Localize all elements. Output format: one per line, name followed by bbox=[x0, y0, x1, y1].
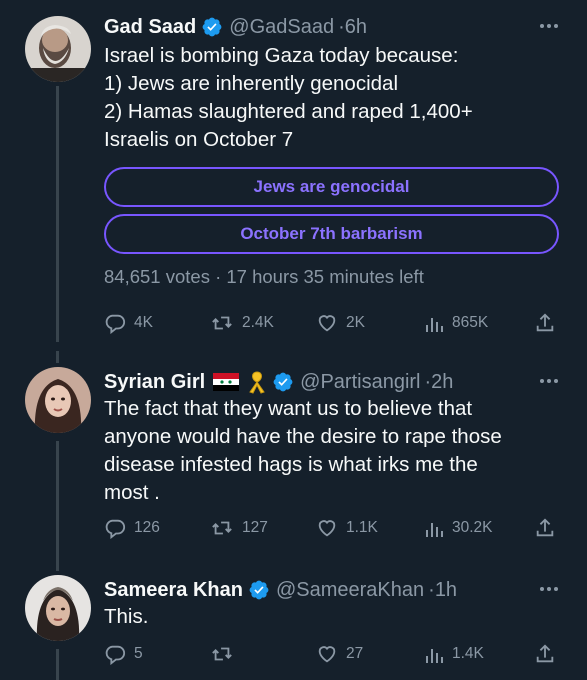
views-button[interactable]: 1.4K bbox=[424, 641, 484, 667]
timestamp[interactable]: 1h bbox=[435, 579, 457, 602]
tweet-line: disease infested hags is what irks me th… bbox=[104, 453, 478, 476]
separator-dot: · bbox=[428, 578, 435, 601]
more-options-icon[interactable] bbox=[535, 577, 563, 601]
share-button[interactable] bbox=[534, 515, 556, 541]
views-button[interactable]: 30.2K bbox=[424, 515, 493, 541]
repost-button[interactable]: 2.4K bbox=[210, 310, 274, 336]
reply-count: 4K bbox=[134, 314, 153, 331]
user-handle[interactable]: @SameeraKhan bbox=[276, 579, 424, 602]
like-count: 27 bbox=[346, 645, 364, 662]
tweet-actions: 5 27 1.4K bbox=[104, 641, 559, 667]
reply-count: 5 bbox=[134, 645, 143, 662]
views-icon bbox=[426, 649, 443, 663]
views-count: 30.2K bbox=[452, 519, 493, 536]
user-handle[interactable]: @GadSaad bbox=[229, 16, 334, 39]
repost-button[interactable]: 127 bbox=[210, 515, 268, 541]
repost-button[interactable] bbox=[210, 641, 242, 667]
thread-line bbox=[56, 86, 59, 342]
tweet-syrian-girl[interactable]: Syrian Girl @Partisangirl · 2h The fact … bbox=[0, 351, 587, 557]
reply-icon bbox=[105, 314, 126, 334]
tweet-header: Syrian Girl @Partisangirl · 2h bbox=[104, 367, 453, 397]
views-count: 1.4K bbox=[452, 645, 484, 662]
reply-icon bbox=[105, 645, 126, 665]
thread-line bbox=[56, 351, 59, 363]
tweet-text: Israel is bombing Gaza today because: 1)… bbox=[104, 42, 564, 154]
display-name[interactable]: Sameera Khan bbox=[104, 579, 243, 602]
timestamp[interactable]: 6h bbox=[345, 16, 367, 39]
verified-badge-icon[interactable] bbox=[201, 16, 223, 38]
share-icon bbox=[536, 313, 554, 332]
tweet-line: 1) Jews are inherently genocidal bbox=[104, 72, 398, 95]
display-name[interactable]: Gad Saad bbox=[104, 16, 196, 39]
tweet-line: The fact that they want us to believe th… bbox=[104, 397, 473, 420]
yellow-ribbon-icon bbox=[247, 370, 267, 394]
heart-icon bbox=[318, 520, 336, 537]
poll-option-1[interactable]: Jews are genocidal bbox=[104, 167, 559, 207]
verified-badge-icon[interactable] bbox=[272, 371, 294, 393]
tweet-actions: 4K 2.4K 2K 865K bbox=[104, 310, 559, 336]
syria-flag-icon bbox=[213, 373, 240, 391]
views-button[interactable]: 865K bbox=[424, 310, 488, 336]
share-icon bbox=[536, 518, 554, 537]
separator-dot: · bbox=[338, 15, 345, 38]
share-icon bbox=[536, 644, 554, 663]
tweet-sameera-khan[interactable]: Sameera Khan @SameeraKhan · 1h This. 5 2… bbox=[0, 557, 587, 680]
thread-line bbox=[56, 649, 59, 680]
poll-option-label: Jews are genocidal bbox=[253, 177, 410, 196]
like-button[interactable]: 27 bbox=[316, 641, 363, 667]
tweet-line: 2) Hamas slaughtered and raped 1,400+ bbox=[104, 100, 473, 123]
timeline-feed: Gad Saad @GadSaad · 6h Israel is bombing… bbox=[0, 0, 587, 680]
avatar[interactable] bbox=[25, 16, 91, 82]
tweet-line: Israelis on October 7 bbox=[104, 128, 294, 151]
like-button[interactable]: 2K bbox=[316, 310, 365, 336]
tweet-header: Gad Saad @GadSaad · 6h bbox=[104, 12, 367, 42]
reply-count: 126 bbox=[134, 519, 160, 536]
repost-count: 127 bbox=[242, 519, 268, 536]
display-name[interactable]: Syrian Girl bbox=[104, 371, 205, 394]
tweet-line: Israel is bombing Gaza today because: bbox=[104, 44, 459, 67]
like-button[interactable]: 1.1K bbox=[316, 515, 378, 541]
avatar[interactable] bbox=[25, 575, 91, 641]
tweet-line: anyone would have the desire to rape tho… bbox=[104, 425, 502, 448]
poll-option-2[interactable]: October 7th barbarism bbox=[104, 214, 559, 254]
thread-line bbox=[56, 441, 59, 557]
poll-option-label: October 7th barbarism bbox=[240, 224, 423, 243]
separator-dot: · bbox=[424, 370, 432, 393]
more-options-icon[interactable] bbox=[535, 369, 563, 393]
repost-count: 2.4K bbox=[242, 314, 274, 331]
reply-icon bbox=[105, 519, 126, 539]
verified-badge-icon[interactable] bbox=[248, 579, 270, 601]
tweet-actions: 126 127 1.1K 30.2K bbox=[104, 515, 559, 541]
user-handle[interactable]: @Partisangirl bbox=[300, 371, 420, 394]
timestamp[interactable]: 2h bbox=[431, 371, 453, 394]
repost-icon bbox=[212, 647, 232, 661]
tweet-header: Sameera Khan @SameeraKhan · 1h bbox=[104, 575, 457, 605]
repost-icon bbox=[212, 316, 232, 330]
tweet-line: most . bbox=[104, 481, 160, 504]
tweet-text: This. bbox=[104, 603, 564, 631]
avatar[interactable] bbox=[25, 367, 91, 433]
tweet-text: The fact that they want us to believe th… bbox=[104, 395, 564, 507]
more-options-icon[interactable] bbox=[535, 14, 563, 38]
repost-icon bbox=[212, 521, 232, 535]
reply-button[interactable]: 4K bbox=[104, 310, 153, 336]
views-count: 865K bbox=[452, 314, 489, 331]
thread-line bbox=[56, 557, 59, 571]
share-button[interactable] bbox=[534, 641, 556, 667]
heart-icon bbox=[318, 646, 336, 663]
poll-meta: 84,651 votes · 17 hours 35 minutes left bbox=[104, 266, 424, 287]
share-button[interactable] bbox=[534, 310, 556, 336]
reply-button[interactable]: 126 bbox=[104, 515, 160, 541]
tweet-gad-saad[interactable]: Gad Saad @GadSaad · 6h Israel is bombing… bbox=[0, 12, 587, 342]
reply-button[interactable]: 5 bbox=[104, 641, 143, 667]
views-icon bbox=[426, 318, 443, 332]
views-icon bbox=[426, 523, 443, 537]
like-count: 1.1K bbox=[346, 519, 378, 536]
like-count: 2K bbox=[346, 314, 365, 331]
heart-icon bbox=[318, 315, 336, 332]
tweet-line: This. bbox=[104, 605, 149, 628]
